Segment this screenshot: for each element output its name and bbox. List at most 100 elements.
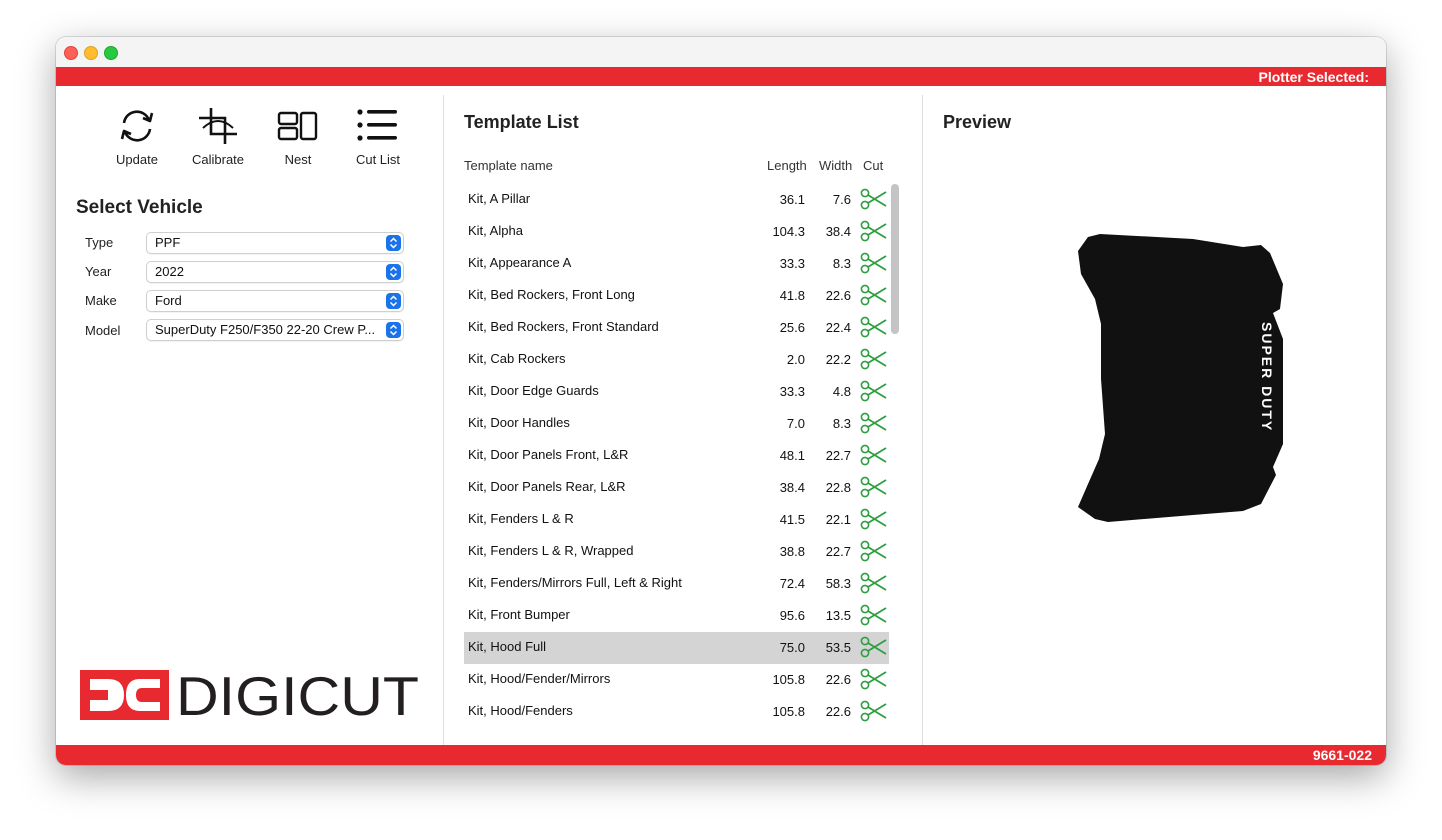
template-width-cell: 22.2 [825,352,851,367]
template-name-cell: Kit, Fenders L & R, Wrapped [468,543,634,558]
column-header-cut[interactable]: Cut [863,158,883,173]
year-label: Year [85,264,112,279]
scissors-icon[interactable] [860,219,888,246]
template-length-cell: 72.4 [779,576,805,591]
crop-icon [199,108,237,144]
table-row[interactable]: Kit, Door Panels Front, L&R 48.1 22.7 [464,440,889,472]
scissors-icon[interactable] [860,315,888,342]
table-row[interactable]: Kit, Alpha 104.3 38.4 [464,216,889,248]
table-row[interactable]: Kit, Hood Full 75.0 53.5 [464,632,889,664]
column-header-length[interactable]: Length [767,158,807,173]
model-select[interactable]: SuperDuty F250/F350 22-20 Crew P... [146,319,404,341]
model-label: Model [85,323,121,338]
table-row[interactable]: Kit, Hood/Fender/Mirrors 105.8 22.6 [464,664,889,696]
scissors-icon[interactable] [860,379,888,406]
zoom-window-button[interactable] [104,46,118,60]
template-width-cell: 4.8 [832,384,851,399]
column-header-name[interactable]: Template name [464,158,553,173]
close-window-button[interactable] [64,46,78,60]
nest-button[interactable]: Nest [258,106,338,167]
chevron-up-down-icon [386,235,401,251]
table-row[interactable]: Kit, A Pillar 36.1 7.6 [464,184,889,216]
template-width-cell: 22.1 [825,512,851,527]
cut-list-label: Cut List [355,152,401,167]
template-length-cell: 36.1 [779,192,805,207]
scissors-icon[interactable] [860,699,888,722]
list-icon [357,109,397,141]
status-bar: 9661-022 [56,745,1386,765]
table-row[interactable]: Kit, Bed Rockers, Front Long 41.8 22.6 [464,280,889,312]
template-width-cell: 58.3 [825,576,851,591]
table-row[interactable]: Kit, Door Handles 7.0 8.3 [464,408,889,440]
update-button[interactable]: Update [97,106,177,167]
template-width-cell: 22.6 [825,704,851,719]
scissors-icon[interactable] [860,603,888,630]
scissors-icon[interactable] [860,251,888,278]
template-list-panel: Template List Template name Length Width… [444,86,922,745]
template-length-cell: 41.5 [779,512,805,527]
table-row[interactable]: Kit, Appearance A 33.3 8.3 [464,248,889,280]
chevron-up-down-icon [386,293,401,309]
template-length-cell: 33.3 [779,256,805,271]
template-length-cell: 7.0 [786,416,805,431]
scissors-icon[interactable] [860,347,888,374]
scissors-icon[interactable] [860,571,888,598]
template-name-cell: Kit, Front Bumper [468,607,570,622]
scissors-icon[interactable] [860,283,888,310]
cut-list-button[interactable]: Cut List [338,106,418,167]
make-select[interactable]: Ford [146,290,404,312]
template-length-cell: 41.8 [779,288,805,303]
scissors-icon[interactable] [860,187,888,214]
logo-text: DIGICUT [176,670,419,720]
scissors-icon[interactable] [860,507,888,534]
preview-panel: Preview SUPER DUTY [923,86,1386,745]
nest-icon [277,111,318,141]
digicut-logo: DIGICUT [80,670,419,720]
plotter-status-text: Plotter Selected: [1258,69,1369,85]
table-row[interactable]: Kit, Fenders L & R 41.5 22.1 [464,504,889,536]
scissors-icon[interactable] [860,667,888,694]
left-panel: Update Calibrate Nest Cut List Select Ve… [56,86,443,745]
model-value: SuperDuty F250/F350 22-20 Crew P... [155,322,376,337]
template-width-cell: 13.5 [825,608,851,623]
template-length-cell: 75.0 [779,640,805,655]
table-row[interactable]: Kit, Door Panels Rear, L&R 38.4 22.8 [464,472,889,504]
year-select[interactable]: 2022 [146,261,404,283]
template-width-cell: 22.6 [825,288,851,303]
template-width-cell: 22.7 [825,448,851,463]
table-row[interactable]: Kit, Fenders/Mirrors Full, Left & Right 7… [464,568,889,600]
template-width-cell: 38.4 [825,224,851,239]
template-name-cell: Kit, Door Edge Guards [468,383,599,398]
template-list-scrollbar[interactable] [891,184,899,334]
template-name-cell: Kit, Bed Rockers, Front Standard [468,319,659,334]
table-row[interactable]: Kit, Cab Rockers 2.0 22.2 [464,344,889,376]
scissors-icon[interactable] [860,443,888,470]
template-table: Kit, A Pillar 36.1 7.6 Kit, Alpha 104.3 38.4 K… [464,184,889,722]
type-select[interactable]: PPF [146,232,404,254]
calibrate-button[interactable]: Calibrate [178,106,258,167]
template-length-cell: 105.8 [772,704,805,719]
table-row[interactable]: Kit, Bed Rockers, Front Standard 25.6 22.4 [464,312,889,344]
version-code: 9661-022 [1312,747,1372,763]
template-length-cell: 104.3 [772,224,805,239]
table-row[interactable]: Kit, Front Bumper 95.6 13.5 [464,600,889,632]
template-name-cell: Kit, Fenders/Mirrors Full, Left & Right [468,575,682,590]
table-row[interactable]: Kit, Fenders L & R, Wrapped 38.8 22.7 [464,536,889,568]
template-width-cell: 53.5 [825,640,851,655]
table-row[interactable]: Kit, Hood/Fenders 105.8 22.6 [464,696,889,722]
scissors-icon[interactable] [860,411,888,438]
template-width-cell: 22.4 [825,320,851,335]
calibrate-label: Calibrate [191,152,245,167]
table-row[interactable]: Kit, Door Edge Guards 33.3 4.8 [464,376,889,408]
scissors-icon[interactable] [860,539,888,566]
template-name-cell: Kit, Door Panels Rear, L&R [468,479,626,494]
scissors-icon[interactable] [860,635,888,662]
chevron-up-down-icon [386,264,401,280]
column-header-width[interactable]: Width [819,158,852,173]
select-vehicle-title: Select Vehicle [76,197,203,218]
type-label: Type [85,235,114,250]
chevron-up-down-icon [386,322,401,338]
minimize-window-button[interactable] [84,46,98,60]
scissors-icon[interactable] [860,475,888,502]
template-length-cell: 105.8 [772,672,805,687]
